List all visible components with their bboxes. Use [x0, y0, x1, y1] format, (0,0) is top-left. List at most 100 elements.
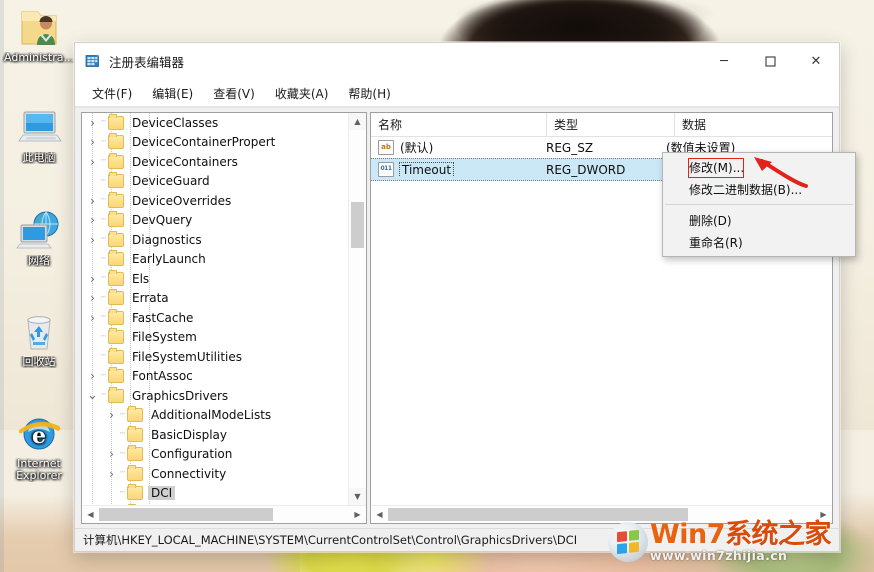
chevron-right-icon[interactable]: › [86, 230, 99, 249]
desktop-icon-recycle-bin[interactable]: 回收站 [2, 308, 76, 368]
tree-connector: ┄ [99, 191, 108, 210]
tree-horizontal-scrollbar[interactable]: ◀ ▶ [82, 505, 366, 523]
tree-connector: ┄ [99, 230, 108, 249]
tree-connector: ┄ [118, 425, 127, 444]
tree-scroll-track[interactable] [349, 130, 366, 488]
folder-icon [108, 272, 124, 286]
scroll-down-icon[interactable]: ▼ [349, 488, 366, 505]
chevron-right-icon[interactable]: › [86, 269, 99, 288]
tree-node[interactable]: ›┄Els [82, 269, 349, 289]
tree-node[interactable]: ┄DeviceGuard [82, 172, 349, 192]
tree-node[interactable]: ›┄DeviceClasses [82, 113, 349, 133]
chevron-down-icon[interactable]: ⌄ [86, 386, 99, 405]
chevron-right-icon[interactable]: › [86, 133, 99, 152]
column-header-name[interactable]: 名称 [371, 113, 547, 136]
tree-node[interactable]: ┄FileSystemUtilities [82, 347, 349, 367]
desktop-icon-administrator[interactable]: Administra... [2, 4, 76, 64]
tree-node[interactable]: ›┄Connectivity [82, 464, 349, 484]
chevron-right-icon[interactable]: › [86, 191, 99, 210]
values-column-headers: 名称 类型 数据 [371, 113, 832, 137]
value-type: REG_DWORD [539, 163, 659, 177]
status-bar: 计算机\HKEY_LOCAL_MACHINE\SYSTEM\CurrentCon… [75, 528, 839, 551]
chevron-right-icon[interactable]: › [105, 445, 118, 464]
tree-node-spacer [105, 503, 118, 505]
folder-icon [108, 291, 124, 305]
desktop-icon-internet-explorer[interactable]: e Internet Explorer [2, 410, 76, 482]
tree-node[interactable]: ›┄DeviceContainers [82, 152, 349, 172]
window-titlebar[interactable]: 注册表编辑器 ─ ✕ [75, 43, 839, 80]
scroll-right-icon[interactable]: ▶ [349, 510, 366, 519]
tree-scroll-thumb[interactable] [351, 202, 364, 248]
tree-node[interactable]: ›┄Errata [82, 289, 349, 309]
tree-connector: ┄ [99, 133, 108, 152]
chevron-right-icon[interactable]: › [86, 152, 99, 171]
tree-hscroll-thumb[interactable] [99, 508, 273, 521]
tree-node[interactable]: ┄BasicDisplay [82, 425, 349, 445]
chevron-right-icon[interactable]: › [105, 406, 118, 425]
tree-node[interactable]: ┄FileSystem [82, 328, 349, 348]
network-globe-icon [2, 207, 76, 253]
minimize-button[interactable]: ─ [701, 43, 747, 79]
tree-node[interactable]: ›┄Configuration [82, 445, 349, 465]
chevron-right-icon[interactable]: › [86, 289, 99, 308]
tree-node[interactable]: ›┄FontAssoc [82, 367, 349, 387]
context-menu-item-modify-binary[interactable]: 修改二进制数据(B)... [663, 178, 855, 200]
tree-hscroll-track[interactable] [99, 508, 349, 521]
column-header-type[interactable]: 类型 [547, 113, 675, 136]
context-menu-item-delete[interactable]: 删除(D) [663, 209, 855, 231]
tree-node-spacer [105, 484, 118, 503]
scroll-up-icon[interactable]: ▲ [349, 113, 366, 130]
desktop-icon-this-pc[interactable]: 此电脑 [2, 104, 76, 164]
tree-node-label: Diagnostics [129, 233, 205, 247]
registry-tree-pane: ›┄DeviceClasses›┄DeviceContainerPropert›… [81, 112, 367, 524]
chevron-right-icon[interactable]: › [86, 367, 99, 386]
scroll-right-icon[interactable]: ▶ [815, 510, 832, 519]
desktop-icon-network[interactable]: 网络 [2, 207, 76, 267]
maximize-button[interactable] [747, 43, 793, 79]
context-menu-item-rename[interactable]: 重命名(R) [663, 231, 855, 253]
tree-node[interactable]: ┄MonitorDataStore [82, 503, 349, 505]
tree-node[interactable]: ›┄DeviceContainerPropert [82, 133, 349, 153]
desktop-icon-label: Administra... [2, 52, 76, 64]
folder-icon [108, 389, 124, 403]
chevron-right-icon[interactable]: › [86, 211, 99, 230]
tree-node[interactable]: ›┄AdditionalModeLists [82, 406, 349, 426]
tree-connector: ┄ [99, 250, 108, 269]
folder-icon [108, 116, 124, 130]
tree-node[interactable]: ›┄ Diagnostics [82, 230, 349, 250]
tree-node[interactable]: ›┄DevQuery [82, 211, 349, 231]
chevron-right-icon[interactable]: › [105, 464, 118, 483]
tree-node-label: DCI [148, 486, 175, 500]
tree-node-spacer [86, 172, 99, 191]
menu-help[interactable]: 帮助(H) [339, 82, 399, 105]
scroll-left-icon[interactable]: ◀ [371, 510, 388, 519]
tree-vertical-scrollbar[interactable]: ▲ ▼ [348, 113, 366, 505]
tree-node-spacer [86, 328, 99, 347]
list-horizontal-scrollbar[interactable]: ◀ ▶ [371, 505, 832, 523]
menu-file[interactable]: 文件(F) [83, 82, 141, 105]
tree-node-label: DevQuery [129, 213, 195, 227]
list-hscroll-thumb[interactable] [388, 508, 688, 521]
window-controls: ─ ✕ [701, 43, 839, 79]
tree-node[interactable]: ┄DCI [82, 484, 349, 504]
menu-favorites[interactable]: 收藏夹(A) [266, 82, 338, 105]
value-name: Timeout [400, 163, 453, 177]
column-header-data[interactable]: 数据 [675, 113, 832, 136]
menu-edit[interactable]: 编辑(E) [143, 82, 202, 105]
tree-node[interactable]: ›┄FastCache [82, 308, 349, 328]
list-hscroll-track[interactable] [388, 508, 815, 521]
menu-view[interactable]: 查看(V) [204, 82, 264, 105]
context-menu-item-modify[interactable]: 修改(M)... [663, 156, 855, 178]
tree-node-label: Els [129, 272, 152, 286]
chevron-right-icon[interactable]: › [86, 113, 99, 132]
tree-scroll-area[interactable]: ›┄DeviceClasses›┄DeviceContainerPropert›… [82, 113, 366, 505]
close-button[interactable]: ✕ [793, 43, 839, 79]
ie-icon: e [2, 410, 76, 456]
tree-node[interactable]: ›┄DeviceOverrides [82, 191, 349, 211]
chevron-right-icon[interactable]: › [86, 308, 99, 327]
user-folder-icon [2, 4, 76, 50]
tree-node[interactable]: ┄EarlyLaunch [82, 250, 349, 270]
scroll-left-icon[interactable]: ◀ [82, 510, 99, 519]
tree-node[interactable]: ⌄┄GraphicsDrivers [82, 386, 349, 406]
desktop-icon-label: Internet Explorer [2, 458, 76, 482]
